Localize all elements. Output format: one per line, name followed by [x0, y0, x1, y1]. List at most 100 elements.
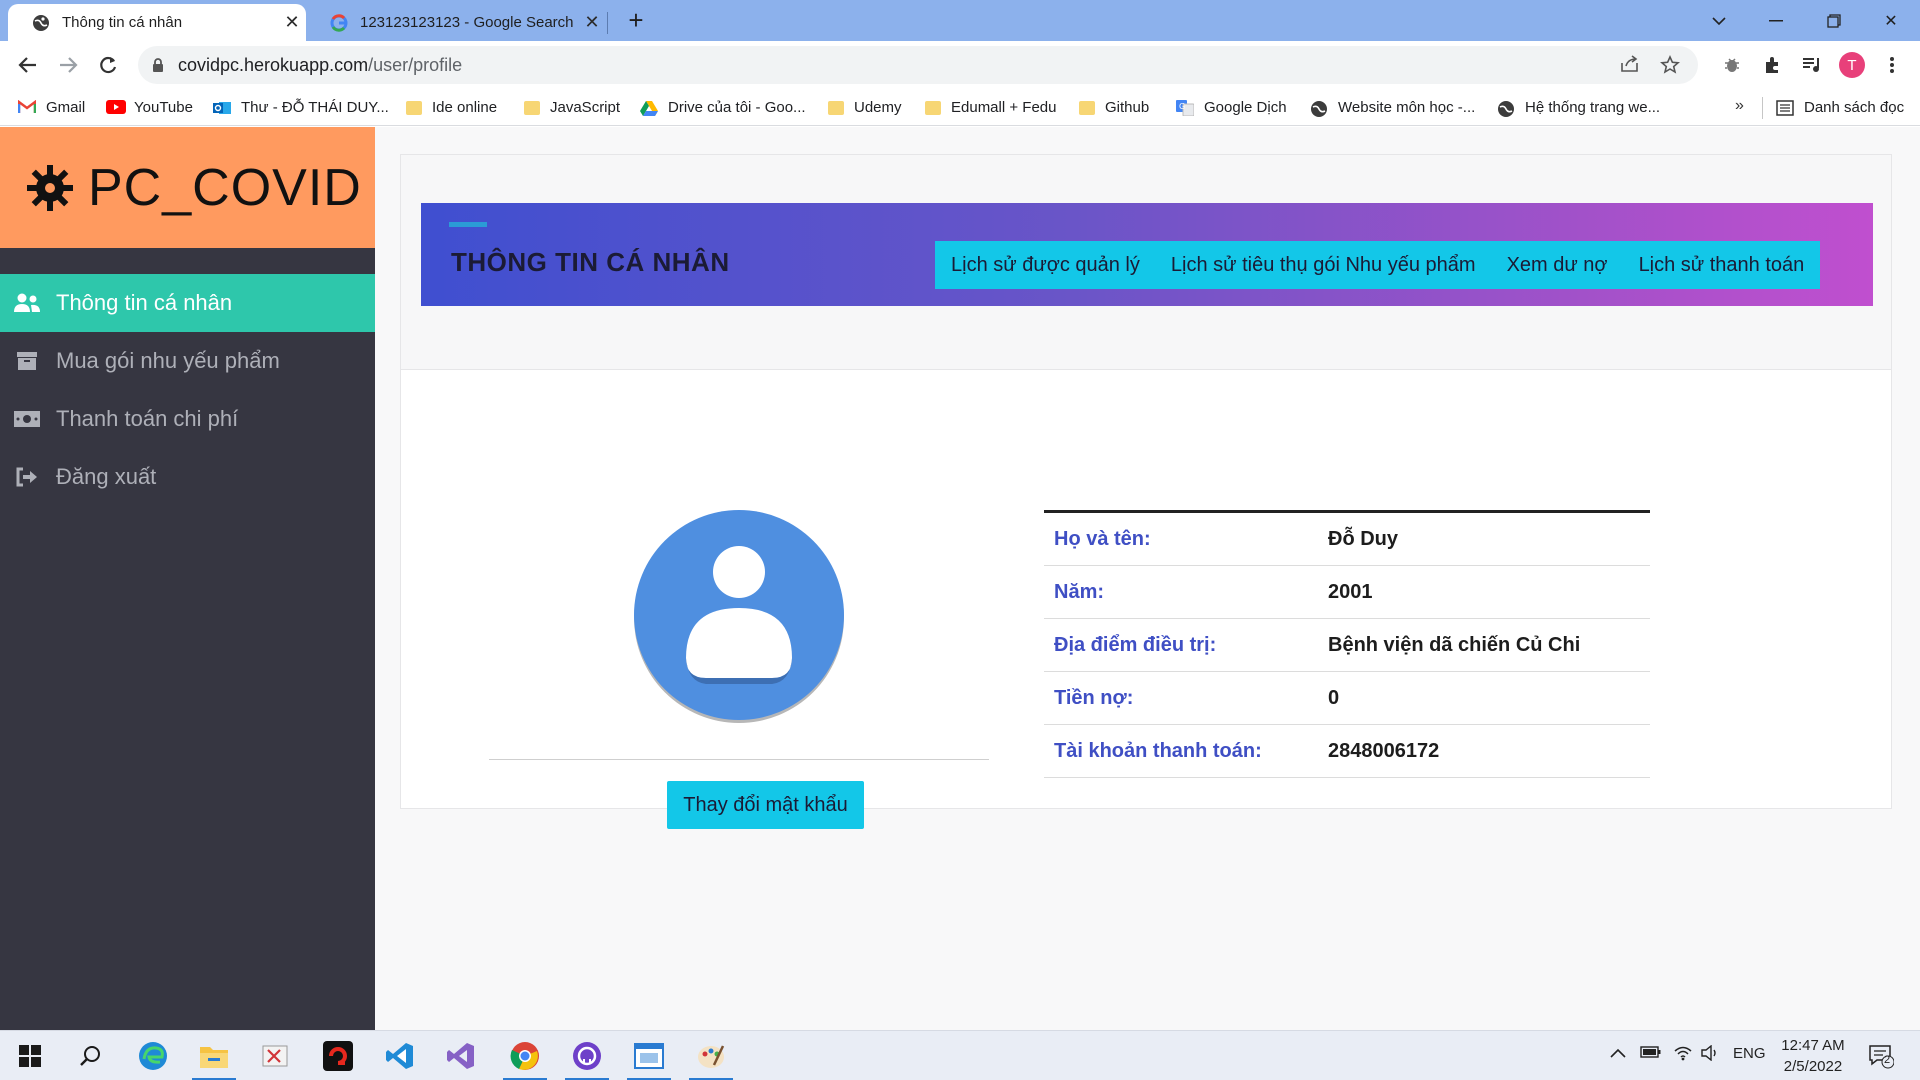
avatar-divider [489, 759, 989, 760]
restore-button[interactable] [1805, 0, 1863, 41]
folder-icon [200, 1047, 228, 1068]
taskbar-github-desktop[interactable] [557, 1031, 617, 1080]
taskbar-chrome[interactable] [495, 1031, 555, 1080]
taskbar-paint[interactable] [681, 1031, 741, 1080]
reading-list-button[interactable]: Danh sách đọc [1776, 89, 1904, 126]
taskbar-file-explorer[interactable] [184, 1031, 244, 1080]
brand-name: PC_COVID [88, 158, 362, 217]
bookmark-outlook[interactable]: Thư - ĐỖ THÁI DUY... [213, 89, 389, 126]
tab-managed-history[interactable]: Lịch sử được quản lý [951, 254, 1140, 277]
tab-payment-history[interactable]: Lịch sử thanh toán [1639, 254, 1805, 277]
field-value: Đỗ Duy [1328, 527, 1398, 550]
extension-bug-icon[interactable] [1716, 49, 1748, 81]
bookmark-website-mon-hoc[interactable]: Website môn học -... [1310, 89, 1475, 126]
bookmark-he-thong[interactable]: Hệ thống trang we... [1497, 89, 1660, 126]
start-button[interactable] [0, 1031, 60, 1080]
sidebar-item-label: Đăng xuất [56, 464, 157, 489]
bookmark-google-translate[interactable]: G Google Dịch [1176, 89, 1287, 126]
bookmark-github[interactable]: Github [1079, 89, 1149, 126]
bookmark-javascript[interactable]: JavaScript [524, 89, 620, 126]
sidebar-item-label: Thanh toán chi phí [56, 406, 239, 431]
close-tab-icon[interactable]: ✕ [578, 12, 606, 33]
bookmark-label: Github [1105, 99, 1150, 116]
tab-profile[interactable]: Thông tin cá nhân ✕ [8, 4, 306, 41]
media-control-icon[interactable] [1796, 49, 1828, 81]
sign-out-icon [12, 465, 42, 489]
bookmark-edumall[interactable]: Edumall + Fedu [925, 89, 1056, 126]
close-window-button[interactable]: ✕ [1862, 0, 1920, 41]
search-button[interactable] [60, 1031, 120, 1080]
folder-icon [524, 100, 540, 115]
lock-icon[interactable] [138, 57, 178, 73]
more-menu-icon[interactable] [1876, 49, 1908, 81]
share-icon[interactable] [1620, 55, 1640, 80]
vscode-icon [386, 1043, 413, 1069]
forward-icon[interactable] [52, 49, 84, 81]
bookmark-label: Hệ thống trang we... [1525, 99, 1661, 116]
bookmarks-bar: Gmail YouTube Thư - ĐỖ THÁI DUY... Ide o… [0, 89, 1920, 126]
table-row: Tài khoản thanh toán: 2848006172 [1044, 725, 1650, 778]
bookmark-label: Thư - ĐỖ THÁI DUY... [241, 99, 389, 116]
tab-search-icon[interactable] [1690, 0, 1748, 41]
table-row: Tiền nợ: 0 [1044, 672, 1650, 725]
tab-google-search[interactable]: 123123123123 - Google Search ✕ [306, 4, 606, 41]
brand-header[interactable]: PC_COVID [0, 127, 375, 248]
avatar [634, 510, 844, 720]
sidebar-item-buy-package[interactable]: Mua gói nhu yếu phẩm [0, 332, 375, 390]
minimize-button[interactable] [1747, 0, 1805, 41]
bookmark-label: JavaScript [550, 99, 621, 116]
windows-icon [19, 1045, 41, 1067]
reading-list-icon [1776, 99, 1794, 116]
profile-avatar[interactable]: T [1836, 49, 1868, 81]
tab-divider [607, 12, 608, 34]
clock-time: 12:47 AM [1781, 1037, 1845, 1054]
bookmark-drive[interactable]: Drive của tôi - Goo... [640, 89, 806, 126]
battery-icon[interactable] [1640, 1045, 1662, 1063]
bookmark-youtube[interactable]: YouTube [106, 89, 193, 126]
bookmark-udemy[interactable]: Udemy [828, 89, 902, 126]
url-text: covidpc.herokuapp.com/user/profile [178, 55, 462, 76]
taskbar-snipping[interactable] [245, 1031, 305, 1080]
close-tab-icon[interactable]: ✕ [278, 12, 306, 33]
table-row: Địa điểm điều trị: Bệnh viện dã chiến Củ… [1044, 619, 1650, 672]
taskbar-vscode[interactable] [370, 1031, 430, 1080]
taskbar-window-app[interactable] [619, 1031, 679, 1080]
back-icon[interactable] [12, 49, 44, 81]
field-value: 2001 [1328, 580, 1373, 603]
system-clock[interactable]: 12:47 AM 2/5/2022 [1768, 1035, 1858, 1077]
taskbar-edge[interactable] [123, 1031, 183, 1080]
tab-title: 123123123123 - Google Search [360, 14, 574, 31]
globe-icon [32, 14, 50, 32]
bookmark-label: Website môn học -... [1338, 99, 1476, 116]
tab-package-consumption-history[interactable]: Lịch sử tiêu thụ gói Nhu yếu phẩm [1171, 254, 1476, 277]
sidebar-item-logout[interactable]: Đăng xuất [0, 448, 375, 506]
sidebar-item-payment[interactable]: Thanh toán chi phí [0, 390, 375, 448]
taskbar-visual-studio[interactable] [431, 1031, 491, 1080]
taskbar: ENG 12:47 AM 2/5/2022 2 [0, 1030, 1920, 1080]
address-toolbar: covidpc.herokuapp.com/user/profile [0, 41, 1920, 89]
search-icon [80, 1046, 100, 1066]
language-indicator[interactable]: ENG [1733, 1045, 1766, 1062]
more-bookmarks-button[interactable]: » [1735, 97, 1744, 115]
notifications-button[interactable]: 2 [1868, 1043, 1895, 1073]
new-tab-button[interactable]: + [622, 6, 650, 34]
title-accent-bar [449, 222, 487, 227]
card-header: THÔNG TIN CÁ NHÂN Lịch sử được quản lý L… [401, 155, 1891, 370]
url-bar[interactable]: covidpc.herokuapp.com/user/profile [138, 46, 1698, 84]
bookmark-star-icon[interactable] [1660, 55, 1680, 80]
show-hidden-icons[interactable] [1610, 1045, 1626, 1062]
bookmark-gmail[interactable]: Gmail [17, 89, 85, 126]
volume-icon[interactable] [1700, 1044, 1720, 1065]
sidebar-item-profile[interactable]: Thông tin cá nhân [0, 274, 375, 332]
wifi-icon[interactable] [1673, 1045, 1693, 1065]
header-tab-group: Lịch sử được quản lý Lịch sử tiêu thụ gó… [935, 241, 1821, 289]
tab-view-debt[interactable]: Xem dư nợ [1507, 254, 1608, 277]
taskbar-garena[interactable] [308, 1031, 368, 1080]
reading-list-label: Danh sách đọc [1804, 99, 1905, 116]
reload-icon[interactable] [92, 49, 124, 81]
google-icon [330, 13, 348, 32]
visual-studio-icon [447, 1043, 474, 1069]
change-password-button[interactable]: Thay đổi mật khẩu [667, 781, 864, 829]
bookmark-ide-online[interactable]: Ide online [406, 89, 497, 126]
extensions-puzzle-icon[interactable] [1756, 49, 1788, 81]
